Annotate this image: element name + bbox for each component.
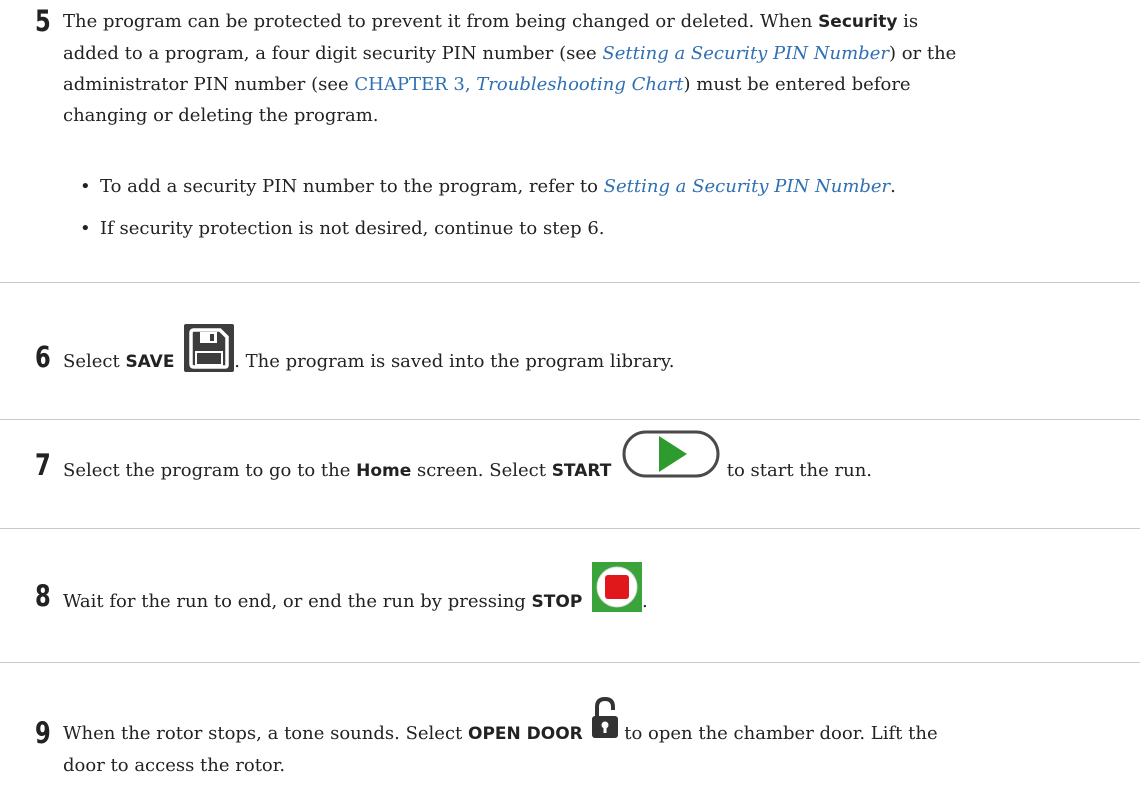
divider bbox=[0, 528, 1140, 529]
text: Select the program to go to the bbox=[63, 460, 357, 481]
step-number: 6 bbox=[35, 340, 51, 374]
text: ) must be entered before bbox=[683, 74, 911, 95]
step-7-text: Select the program to go to the Home scr… bbox=[63, 430, 1133, 490]
step-8-text: Wait for the run to end, or end the run … bbox=[63, 562, 1133, 622]
text: . bbox=[642, 591, 648, 612]
step-number: 7 bbox=[35, 448, 51, 482]
text: administrator PIN number (see bbox=[63, 74, 355, 95]
link-troubleshooting-chart[interactable]: CHAPTER 3, Troubleshooting Chart bbox=[354, 74, 683, 95]
step-5-text: The program can be protected to prevent … bbox=[63, 6, 1133, 131]
bold-term: OPEN DOOR bbox=[468, 724, 583, 744]
save-icon bbox=[184, 324, 235, 382]
text: is bbox=[897, 11, 919, 32]
text: Select bbox=[63, 351, 126, 372]
unlock-icon bbox=[591, 696, 619, 750]
bullet-dot: • bbox=[80, 218, 91, 239]
text: . The program is saved into the program … bbox=[234, 351, 675, 372]
bold-term: STOP bbox=[531, 592, 583, 612]
text: The program can be protected to prevent … bbox=[63, 11, 819, 32]
bold-term: Home bbox=[356, 461, 412, 481]
divider bbox=[0, 419, 1140, 420]
bullet-item: • To add a security PIN number to the pr… bbox=[80, 171, 896, 202]
link-security-pin[interactable]: Setting a Security PIN Number bbox=[602, 43, 889, 64]
text: to open the chamber door. Lift the bbox=[618, 723, 938, 744]
text: added to a program, a four digit securit… bbox=[63, 43, 603, 64]
text: screen. Select bbox=[411, 460, 552, 481]
text: changing or deleting the program. bbox=[63, 105, 379, 126]
divider bbox=[0, 282, 1140, 283]
text: When the rotor stops, a tone sounds. Sel… bbox=[63, 723, 468, 744]
text: ) or the bbox=[888, 43, 957, 64]
text: To add a security PIN number to the prog… bbox=[100, 176, 604, 197]
step-number: 5 bbox=[35, 4, 51, 38]
divider bbox=[0, 662, 1140, 663]
bold-term: Security bbox=[818, 12, 898, 32]
bullet-dot: • bbox=[80, 176, 91, 197]
bold-term: START bbox=[551, 461, 612, 481]
bold-term: SAVE bbox=[125, 352, 175, 372]
stop-icon bbox=[592, 562, 643, 622]
link-security-pin[interactable]: Setting a Security PIN Number bbox=[604, 176, 891, 197]
bullet-item: • If security protection is not desired,… bbox=[80, 213, 605, 244]
step-number: 8 bbox=[35, 579, 51, 613]
text: . bbox=[890, 176, 896, 197]
step-number: 9 bbox=[35, 716, 51, 750]
step-9-text: When the rotor stops, a tone sounds. Sel… bbox=[63, 696, 1133, 781]
text: door to access the rotor. bbox=[63, 755, 286, 776]
text: to start the run. bbox=[721, 460, 873, 481]
text: Wait for the run to end, or end the run … bbox=[63, 591, 532, 612]
text: If security protection is not desired, c… bbox=[100, 218, 605, 239]
play-icon bbox=[621, 428, 721, 490]
step-6-text: Select SAVE . The program is saved into … bbox=[63, 324, 1133, 382]
